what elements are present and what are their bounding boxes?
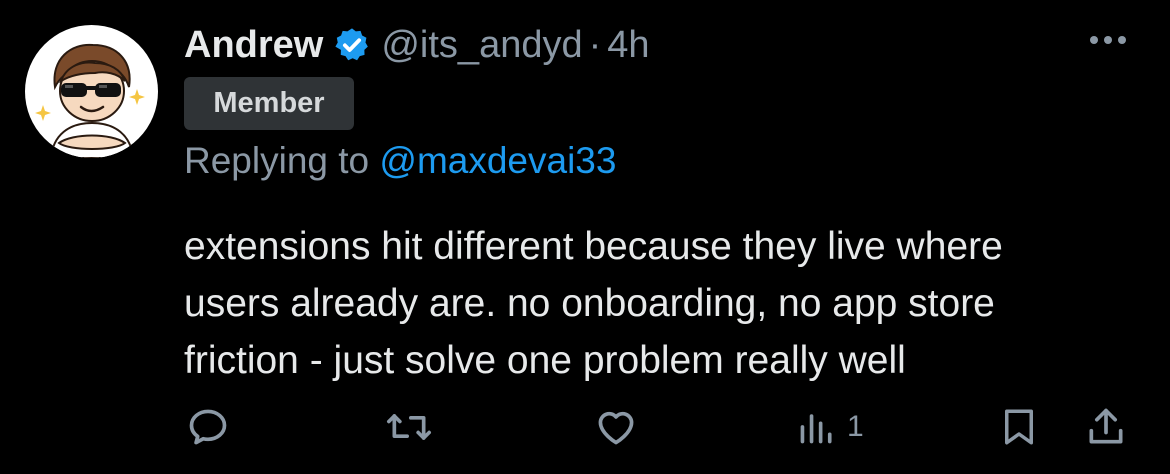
share-button[interactable]	[1084, 405, 1128, 449]
retweet-icon	[387, 414, 431, 440]
tweet-header: Andrew @its_andyd · 4h	[184, 20, 650, 70]
tweet-text-line: friction - just solve one problem really…	[184, 339, 906, 382]
timestamp[interactable]: 4h	[607, 24, 649, 67]
tweet-text-line: users already are. no onboarding, no app…	[184, 282, 995, 325]
views-icon	[800, 414, 832, 444]
bookmark-icon	[1005, 409, 1033, 445]
tweet-text-line: extensions hit different because they li…	[184, 225, 1003, 268]
views-button[interactable]: 1	[797, 405, 864, 449]
mention-link[interactable]: @maxdevai33	[379, 140, 616, 181]
author-name[interactable]: Andrew	[184, 24, 323, 67]
author-handle[interactable]: @its_andyd	[381, 24, 582, 67]
verified-badge-icon[interactable]	[333, 26, 371, 64]
retweet-button[interactable]	[384, 405, 434, 449]
replying-to: Replying to @maxdevai33	[184, 140, 616, 182]
member-badge: Member	[184, 77, 354, 130]
like-button[interactable]	[593, 405, 639, 449]
views-count: 1	[847, 410, 864, 443]
avatar[interactable]	[25, 25, 158, 158]
bookmark-button[interactable]	[998, 405, 1040, 449]
reply-button[interactable]	[186, 405, 230, 449]
separator-dot: ·	[588, 23, 602, 66]
heart-icon	[598, 411, 634, 445]
reply-icon	[189, 409, 227, 445]
avatar-illustration-icon	[35, 43, 145, 158]
action-bar: 1	[0, 405, 1170, 465]
more-options-icon[interactable]	[1090, 36, 1126, 44]
share-icon	[1089, 408, 1123, 444]
tweet-text: extensions hit different because they li…	[184, 218, 1154, 389]
replying-to-label: Replying to	[184, 140, 370, 181]
